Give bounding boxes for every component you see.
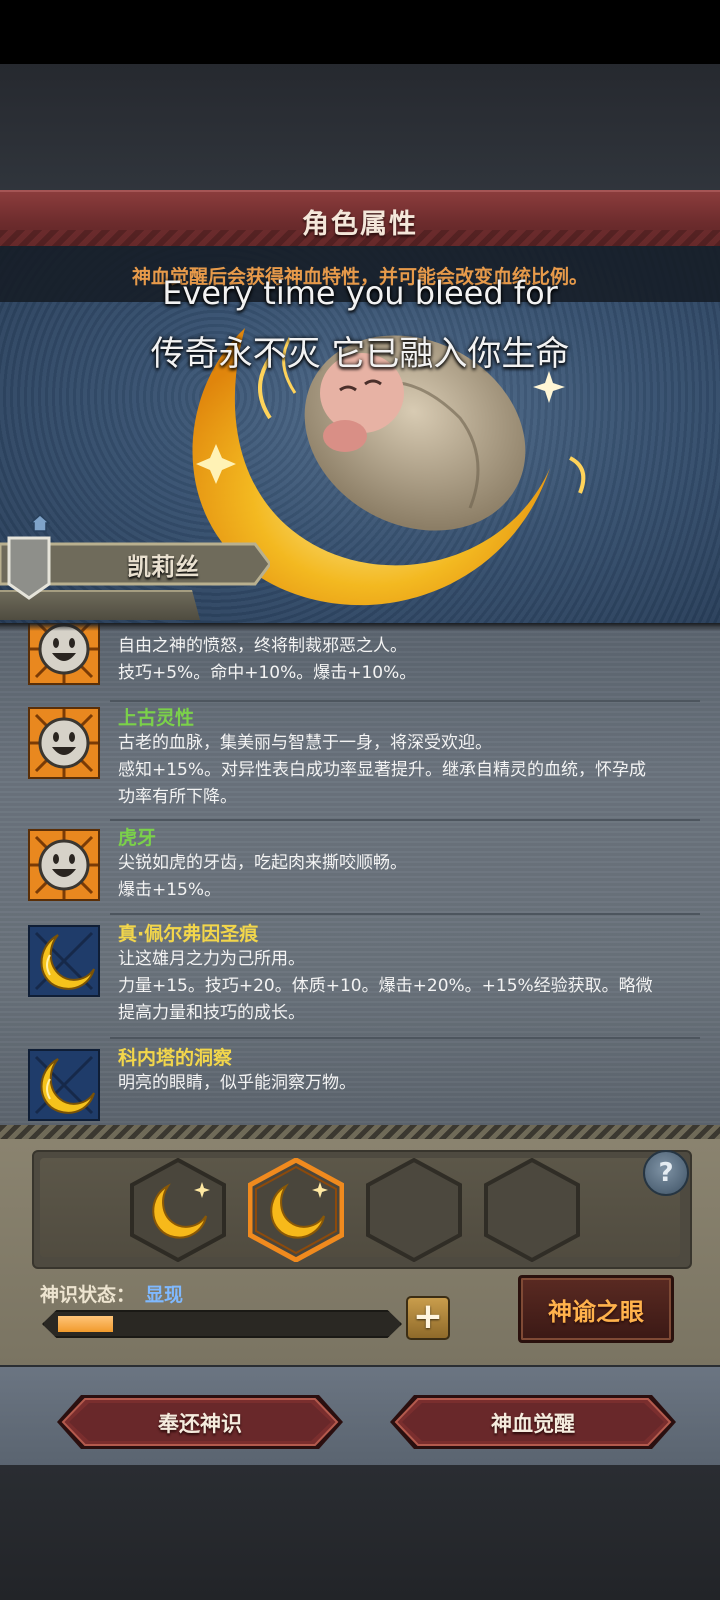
panel-edge-pattern xyxy=(0,1125,720,1139)
trait-name: 科内塔的洞察 xyxy=(118,1047,233,1069)
trait-effects: 提高力量和技巧的成长。 xyxy=(118,1003,305,1023)
trait-name: 上古灵性 xyxy=(118,707,195,729)
return-deity-sense-button[interactable]: 奉还神识 xyxy=(55,1393,345,1451)
subtitle-chinese: 传奇永不灭 它已融入你生命 xyxy=(150,334,570,374)
deity-sense-progress xyxy=(42,1310,402,1338)
subtitle-english: Every time you bleed for xyxy=(162,274,558,312)
deity-slot-2-moon-icon-selected[interactable] xyxy=(248,1158,344,1262)
smiley-sun-icon xyxy=(28,707,100,779)
trait-name: 虎牙 xyxy=(118,827,157,849)
rank-shield-icon xyxy=(7,536,51,600)
awaken-label: 神血觉醒 xyxy=(491,1412,575,1436)
trait-effects: 爆击+15%。 xyxy=(118,880,222,900)
trait-description: 自由之神的愤怒，终将制裁邪恶之人。 xyxy=(118,636,407,656)
divider xyxy=(110,913,700,915)
smiley-sun-icon xyxy=(28,829,100,901)
trait-description: 古老的血脉，集美丽与智慧于一身，将深受欢迎。 xyxy=(118,733,492,753)
oracle-eye-button[interactable]: 神谕之眼 xyxy=(518,1275,674,1343)
character-name: 凯莉丝 xyxy=(127,553,199,581)
add-button[interactable]: + xyxy=(406,1296,450,1340)
progress-fill xyxy=(58,1316,113,1332)
backdrop xyxy=(0,64,720,192)
trait-name: 真·佩尔弗因圣痕 xyxy=(118,923,259,945)
trait-effects: 技巧+5%。命中+10%。爆击+10%。 xyxy=(118,663,417,683)
page-header: 角色属性 xyxy=(0,190,720,248)
blood-awaken-button[interactable]: 神血觉醒 xyxy=(388,1393,678,1451)
deity-slot-3-empty[interactable] xyxy=(366,1158,462,1262)
divider xyxy=(110,1037,700,1039)
trait-description: 让这雄月之力为己所用。 xyxy=(118,949,305,969)
divider xyxy=(110,819,700,821)
crescent-moon-icon xyxy=(28,925,100,997)
trait-effects: 力量+15。技巧+20。体质+10。爆击+20%。+15%经验获取。略微 xyxy=(118,976,653,996)
deity-slot-4-empty[interactable] xyxy=(484,1158,580,1262)
character-portrait: 神血觉醒后会获得神血特性，并可能会改变血统比例。 Every time you … xyxy=(0,246,720,623)
page-title: 角色属性 xyxy=(302,209,418,240)
trait-list[interactable]: 自由之神的愤怒，终将制裁邪恶之人。 技巧+5%。命中+10%。爆击+10%。 上… xyxy=(0,623,720,1128)
smiley-sun-icon xyxy=(28,623,100,685)
return-label: 奉还神识 xyxy=(158,1412,242,1436)
trait-description: 尖锐如虎的牙齿，吃起肉来撕咬顺畅。 xyxy=(118,853,407,873)
trait-effects: 感知+15%。对异性表白成功率显著提升。继承自精灵的血统，怀孕成 xyxy=(118,760,647,780)
deity-slot-1-moon-icon[interactable] xyxy=(130,1158,226,1262)
home-icon[interactable] xyxy=(30,514,50,532)
status-bar xyxy=(0,0,720,64)
status-value: 显现 xyxy=(145,1284,184,1306)
divider xyxy=(110,700,700,702)
trait-description: 明亮的眼睛，似乎能洞察万物。 xyxy=(118,1073,356,1093)
crescent-moon-icon xyxy=(28,1049,100,1121)
status-label: 神识状态： xyxy=(40,1284,136,1306)
trait-effects: 功率有所下降。 xyxy=(118,787,237,807)
bottom-area xyxy=(0,1465,720,1600)
help-icon[interactable]: ? xyxy=(643,1150,689,1196)
oracle-eye-label: 神谕之眼 xyxy=(548,1298,644,1326)
